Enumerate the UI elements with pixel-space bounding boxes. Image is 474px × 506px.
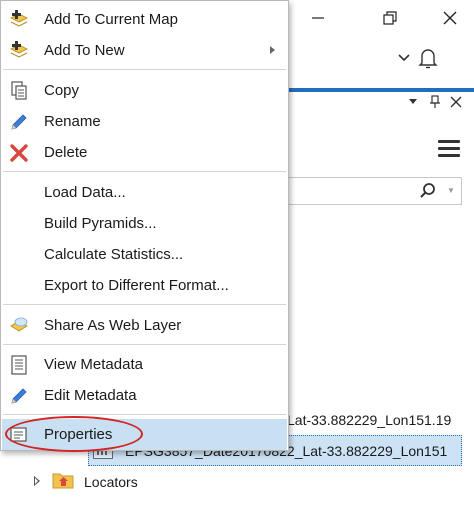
close-pane-button[interactable]: [447, 93, 465, 111]
tree-item[interactable]: Lat-33.882229_Lon151.19: [287, 412, 451, 428]
menu-item-build-pyramids[interactable]: Build Pyramids...: [2, 208, 287, 239]
menu-item-export-format[interactable]: Export to Different Format...: [2, 270, 287, 301]
menu-item-label: Load Data...: [44, 184, 126, 201]
pane-menu-button[interactable]: [438, 140, 460, 160]
menu-item-rename[interactable]: Rename: [2, 106, 287, 137]
menu-separator: [3, 414, 286, 415]
menu-item-label: Export to Different Format...: [44, 277, 229, 294]
search-options-caret[interactable]: ▼: [447, 186, 455, 195]
restore-icon: [383, 11, 397, 25]
menu-item-view-metadata[interactable]: View Metadata: [2, 349, 287, 380]
submenu-arrow-icon: [270, 46, 275, 54]
menu-item-label: View Metadata: [44, 356, 143, 373]
menu-item-add-to-current-map[interactable]: Add To Current Map: [2, 4, 287, 35]
notifications-button[interactable]: [410, 44, 446, 72]
annotation-circle: [5, 416, 143, 452]
add-layer-icon: [8, 40, 30, 62]
minimize-icon: [312, 17, 324, 19]
menu-item-calculate-statistics[interactable]: Calculate Statistics...: [2, 239, 287, 270]
menu-item-label: Add To New: [44, 42, 125, 59]
menu-separator: [3, 69, 286, 70]
edit-metadata-icon: [8, 385, 30, 407]
locator-folder-icon: [52, 473, 74, 489]
menu-item-label: Calculate Statistics...: [44, 246, 184, 263]
menu-item-load-data[interactable]: Load Data...: [2, 177, 287, 208]
menu-item-label: Build Pyramids...: [44, 215, 157, 232]
close-button[interactable]: [432, 4, 468, 32]
close-icon: [443, 11, 457, 25]
minimize-button[interactable]: [300, 4, 336, 32]
view-metadata-icon: [8, 354, 30, 376]
delete-x-icon: [8, 142, 30, 164]
search-icon[interactable]: [418, 181, 438, 201]
share-web-layer-icon: [8, 315, 30, 337]
menu-item-label: Share As Web Layer: [44, 317, 182, 334]
copy-icon: [8, 80, 30, 102]
add-layer-icon: [8, 9, 30, 31]
tree-item-label: Locators: [84, 474, 138, 490]
hamburger-icon: [438, 140, 460, 143]
menu-separator: [3, 171, 286, 172]
menu-separator: [3, 304, 286, 305]
close-icon: [450, 96, 462, 108]
pin-pane-button[interactable]: [426, 93, 444, 111]
menu-item-copy[interactable]: Copy: [2, 75, 287, 106]
menu-item-add-to-new[interactable]: Add To New: [2, 35, 287, 66]
bell-icon: [418, 49, 438, 69]
menu-item-label: Delete: [44, 144, 88, 161]
context-menu: Add To Current Map Add To New Copy Renam…: [0, 0, 289, 451]
menu-item-label: Add To Current Map: [44, 11, 178, 28]
pane-options-button[interactable]: [404, 93, 422, 111]
menu-item-delete[interactable]: Delete: [2, 137, 287, 168]
menu-separator: [3, 344, 286, 345]
menu-item-edit-metadata[interactable]: Edit Metadata: [2, 380, 287, 411]
caret-down-icon: [409, 99, 417, 104]
pin-icon: [430, 95, 440, 108]
menu-item-label: Edit Metadata: [44, 387, 137, 404]
menu-item-share-as-web-layer[interactable]: Share As Web Layer: [2, 310, 287, 341]
menu-item-label: Rename: [44, 113, 101, 130]
chevron-down-icon: [398, 54, 410, 62]
expand-arrow-icon[interactable]: [34, 476, 40, 486]
pencil-icon: [8, 111, 30, 133]
tree-item-locators[interactable]: Locators: [34, 470, 234, 498]
restore-button[interactable]: [372, 4, 408, 32]
menu-item-label: Copy: [44, 82, 80, 99]
